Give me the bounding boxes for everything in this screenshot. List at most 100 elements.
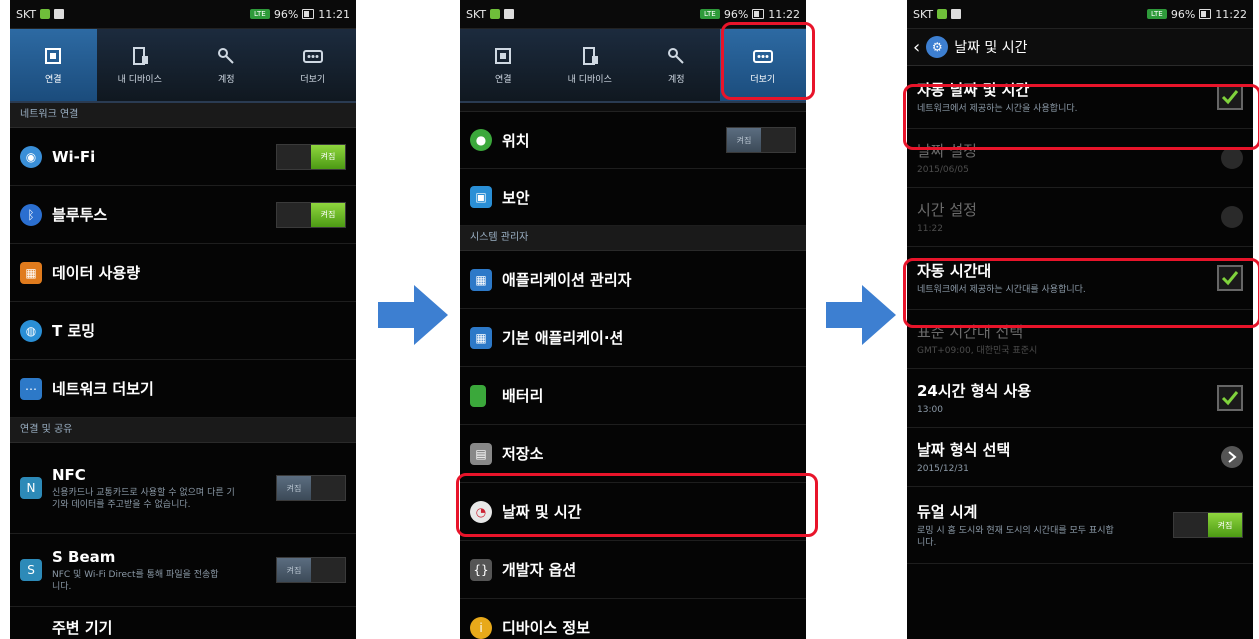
toggle-state: 켜짐 bbox=[311, 144, 345, 169]
dual-clock-toggle[interactable]: 켜짐 bbox=[1173, 512, 1243, 538]
list-item-bluetooth[interactable]: ᛒ 블루투스 켜짐 bbox=[10, 186, 356, 244]
item-label: 블루투스 bbox=[52, 206, 108, 224]
signal-icon bbox=[937, 9, 948, 19]
list-item-date-format[interactable]: 날짜 형식 선택 2015/12/31 bbox=[907, 428, 1253, 487]
list-item-storage[interactable]: ▤ 저장소 bbox=[460, 425, 806, 483]
list-item-set-time[interactable]: 시간 설정 11:22 bbox=[907, 188, 1253, 247]
list-item-app-manager[interactable]: ▦ 애플리케이션 관리자 bbox=[460, 251, 806, 309]
item-value: 13:00 bbox=[917, 405, 943, 415]
use-24-hour-checkbox[interactable] bbox=[1217, 385, 1243, 411]
tab-accounts[interactable]: 계정 bbox=[183, 29, 270, 101]
list-item-more-networks[interactable]: ⋯ 네트워크 더보기 bbox=[10, 360, 356, 418]
nfc-toggle[interactable]: 켜짐 bbox=[276, 475, 346, 501]
clock: 11:22 bbox=[768, 7, 800, 21]
connection-icon bbox=[42, 46, 64, 66]
location-toggle[interactable]: 켜짐 bbox=[726, 127, 796, 153]
auto-date-time-checkbox[interactable] bbox=[1217, 84, 1243, 110]
lte-icon: LTE bbox=[1146, 9, 1167, 19]
item-label: 날짜 설정 bbox=[917, 142, 977, 160]
tab-label: 계정 bbox=[217, 74, 235, 85]
list-item-select-timezone[interactable]: 표준 시간대 선택 GMT+09:00, 대한민국 표준시 bbox=[907, 310, 1253, 369]
tab-connections[interactable]: 연결 bbox=[460, 29, 547, 101]
globe-icon: ◍ bbox=[20, 319, 42, 342]
toggle-state: 켜짐 bbox=[277, 558, 311, 582]
item-label: 개발자 옵션 bbox=[502, 561, 577, 579]
developer-icon: {} bbox=[470, 558, 492, 581]
list-item-auto-timezone[interactable]: 자동 시간대 네트워크에서 제공하는 시간대를 사용합니다. bbox=[907, 247, 1253, 310]
list-item-date-time[interactable]: ◔ 날짜 및 시간 bbox=[460, 483, 806, 541]
more-icon bbox=[302, 46, 324, 66]
toggle-state: 켜짐 bbox=[727, 128, 761, 152]
list-item-s-beam[interactable]: S S Beam NFC 및 Wi-Fi Direct를 통해 파일을 전송합니… bbox=[10, 534, 356, 607]
clock-icon: ◔ bbox=[470, 500, 492, 523]
list-item-nfc[interactable]: N NFC 신용카드나 교통카드로 사용할 수 없으며 다른 기기와 데이터를 … bbox=[10, 443, 356, 534]
list-item-nearby-devices[interactable]: 주변 기기 bbox=[10, 607, 356, 639]
wifi-icon: ◉ bbox=[20, 145, 42, 168]
next-step-arrow-icon bbox=[378, 285, 448, 345]
list-item-security[interactable]: ▣ 보안 bbox=[460, 169, 806, 226]
back-chevron-icon[interactable]: ‹ bbox=[913, 37, 920, 58]
toggle-state: 켜짐 bbox=[277, 476, 311, 500]
list-scroll-edge bbox=[460, 103, 806, 112]
page-title: 날짜 및 시간 bbox=[954, 40, 1028, 56]
list-item-wifi[interactable]: ◉ Wi-Fi 켜짐 bbox=[10, 128, 356, 186]
battery-icon bbox=[302, 9, 315, 19]
wifi-toggle[interactable]: 켜짐 bbox=[276, 143, 346, 170]
checkmark-icon bbox=[1221, 391, 1239, 406]
item-value: 2015/06/05 bbox=[917, 165, 969, 175]
tab-connections[interactable]: 연결 bbox=[10, 29, 97, 101]
tab-my-device[interactable]: 내 디바이스 bbox=[97, 29, 184, 101]
list-item-developer-options[interactable]: {} 개발자 옵션 bbox=[460, 541, 806, 599]
device-icon bbox=[579, 46, 601, 66]
item-label: 듀얼 시계 bbox=[917, 503, 978, 521]
item-label: 위치 bbox=[502, 131, 530, 150]
tab-my-device[interactable]: 내 디바이스 bbox=[547, 29, 634, 101]
list-item-battery[interactable]: 배터리 bbox=[460, 367, 806, 425]
list-item-use-24-hour[interactable]: 24시간 형식 사용 13:00 bbox=[907, 369, 1253, 428]
item-label: S Beam bbox=[52, 547, 116, 566]
item-label: T 로밍 bbox=[52, 322, 96, 340]
app-manager-icon: ▦ bbox=[470, 268, 492, 291]
item-label: 네트워크 더보기 bbox=[52, 380, 154, 398]
item-description: 네트워크에서 제공하는 시간을 사용합니다. bbox=[917, 104, 1078, 114]
item-label: 날짜 및 시간 bbox=[502, 503, 582, 521]
item-description: NFC 및 Wi-Fi Direct를 통해 파일을 전송합니다. bbox=[52, 569, 219, 592]
list-item-auto-date-time[interactable]: 자동 날짜 및 시간 네트워크에서 제공하는 시간을 사용합니다. bbox=[907, 66, 1253, 129]
tab-label: 내 디바이스 bbox=[117, 74, 162, 85]
list-item-default-apps[interactable]: ▦ 기본 애플리케이·션 bbox=[460, 309, 806, 367]
list-item-roaming[interactable]: ◍ T 로밍 bbox=[10, 302, 356, 360]
item-label: 24시간 형식 사용 bbox=[917, 382, 1032, 400]
data-usage-icon: ▦ bbox=[20, 261, 42, 284]
list-item-set-date[interactable]: 날짜 설정 2015/06/05 bbox=[907, 129, 1253, 188]
s-beam-toggle[interactable]: 켜짐 bbox=[276, 557, 346, 583]
list-item-dual-clock[interactable]: 듀얼 시계 로밍 시 홈 도시와 현재 도시의 시간대를 모두 표시합니다. 켜… bbox=[907, 487, 1253, 564]
storage-icon: ▤ bbox=[470, 442, 492, 465]
connection-icon bbox=[492, 46, 514, 66]
tab-label: 연결 bbox=[494, 74, 512, 85]
settings-tabs: 연결 내 디바이스 계정 더보기 bbox=[460, 29, 806, 103]
item-label: 애플리케이션 관리자 bbox=[502, 271, 632, 289]
carrier-label: SKT bbox=[16, 7, 37, 21]
section-header: 연결 및 공유 bbox=[10, 418, 356, 443]
item-label: 날짜 형식 선택 bbox=[917, 441, 1011, 459]
carrier-label: SKT bbox=[466, 7, 487, 21]
tab-label: 계정 bbox=[667, 74, 685, 85]
list-item-device-info[interactable]: i 디바이스 정보 bbox=[460, 599, 806, 639]
item-label: 자동 날짜 및 시간 bbox=[917, 81, 1030, 99]
next-step-arrow-icon bbox=[826, 285, 896, 345]
tab-accounts[interactable]: 계정 bbox=[633, 29, 720, 101]
more-networks-icon: ⋯ bbox=[20, 377, 42, 400]
gallery-icon bbox=[54, 9, 65, 19]
auto-timezone-checkbox[interactable] bbox=[1217, 265, 1243, 291]
battery-percent: 96% bbox=[1170, 7, 1196, 21]
status-bar: SKT LTE 96% 11:21 bbox=[10, 0, 356, 29]
tab-more[interactable]: 더보기 bbox=[719, 29, 806, 101]
tab-more[interactable]: 더보기 bbox=[270, 29, 357, 101]
status-bar: SKT LTE 96% 11:22 bbox=[460, 0, 806, 29]
tab-label: 내 디바이스 bbox=[567, 74, 612, 85]
bluetooth-toggle[interactable]: 켜짐 bbox=[276, 201, 346, 228]
list-item-location[interactable]: ● 위치 켜짐 bbox=[460, 112, 806, 169]
checkmark-icon bbox=[1221, 271, 1239, 286]
bluetooth-icon: ᛒ bbox=[20, 203, 42, 226]
list-item-data-usage[interactable]: ▦ 데이터 사용량 bbox=[10, 244, 356, 302]
